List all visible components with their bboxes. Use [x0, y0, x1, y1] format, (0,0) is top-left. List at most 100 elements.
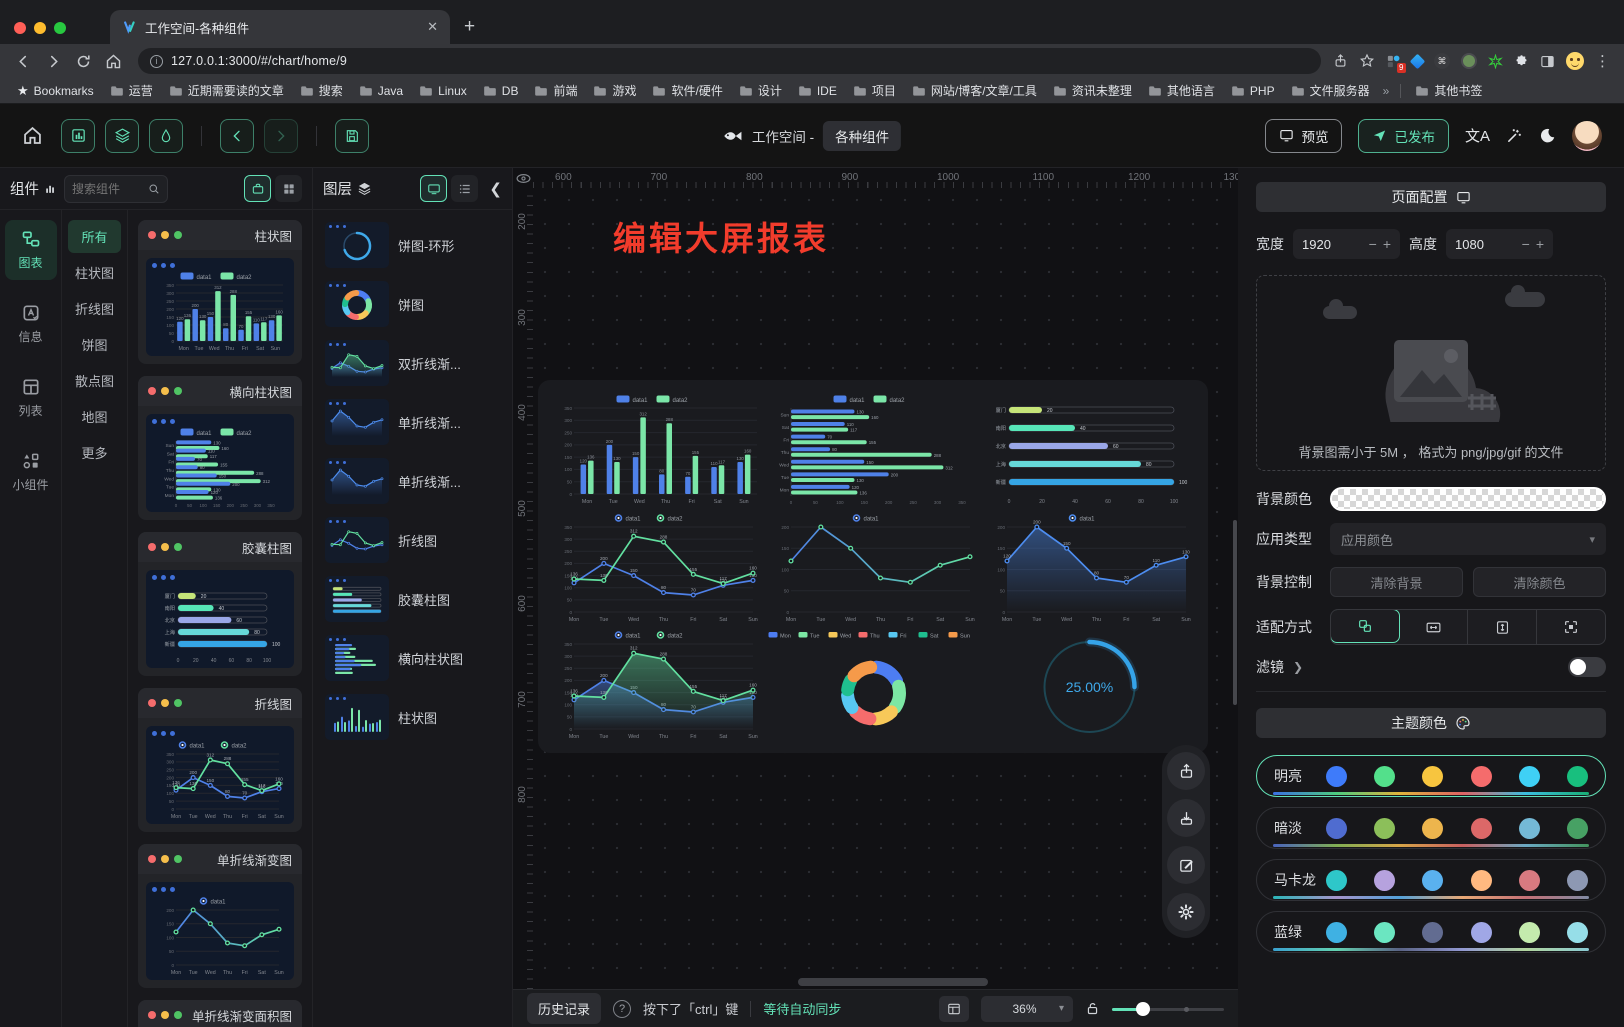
bookmark-folder[interactable]: 其他语言 [1143, 80, 1220, 101]
collapse-panel-icon[interactable]: ❮ [489, 180, 502, 198]
width-stepper[interactable]: 1920 − + [1293, 229, 1400, 259]
translate-icon[interactable]: 文A [1465, 125, 1490, 146]
big-screen-title-text[interactable]: 编辑大屏报表 [613, 212, 829, 260]
edit-icon[interactable] [1167, 846, 1205, 884]
component-search-box[interactable] [64, 175, 168, 203]
pie-chart-component[interactable]: MonTueWedThuFriSatSun [767, 627, 980, 741]
component-card-bar[interactable]: 柱状图050100150200250300350data1data2120200… [138, 220, 302, 364]
height-stepper[interactable]: 1080 − + [1446, 229, 1553, 259]
layer-list-view-button[interactable] [451, 175, 478, 202]
component-grid-view-button[interactable] [275, 175, 302, 202]
dashboard-group[interactable]: 050100150200250300350data1data2120200150… [538, 380, 1208, 753]
component-card-hbar[interactable]: 横向柱状图data1data20501001502002503003501301… [138, 376, 302, 520]
close-window-button[interactable] [14, 22, 26, 34]
bookmark-folder[interactable]: 搜索 [295, 80, 348, 101]
height-minus-icon[interactable]: − [1522, 236, 1530, 252]
layer-item[interactable]: 横向柱状图 [321, 632, 504, 684]
extension-badge-icon[interactable]: 9 [1386, 54, 1401, 69]
layers-toggle-button[interactable] [105, 119, 139, 153]
layer-item[interactable]: 单折线渐... [321, 455, 504, 507]
bar-chart-component[interactable]: 050100150200250300350data1data2120200150… [550, 392, 763, 506]
theme-row-暗淡[interactable]: 暗淡 [1256, 807, 1606, 849]
bookmark-folder[interactable]: Java [354, 82, 408, 100]
bookmark-folder[interactable]: 游戏 [588, 80, 641, 101]
width-plus-icon[interactable]: + [1383, 236, 1391, 252]
clear-color-button[interactable]: 清除颜色 [1473, 567, 1606, 597]
bookmark-folder[interactable]: 项目 [848, 80, 901, 101]
browser-tab[interactable]: 工作空间-各种组件 ✕ [110, 10, 450, 44]
fit-full-button[interactable] [1537, 610, 1605, 644]
theme-color-header[interactable]: 主题颜色 [1256, 708, 1606, 738]
address-bar[interactable]: i 127.0.0.1:3000/#/chart/home/9 [138, 48, 1321, 74]
profile-avatar-icon[interactable] [1566, 52, 1584, 70]
category-item[interactable]: 饼图 [68, 328, 121, 361]
bookmark-folder[interactable]: 资讯未整理 [1048, 80, 1137, 101]
eye-icon[interactable] [515, 170, 533, 188]
command-extension-icon[interactable]: ⌘ [1434, 53, 1450, 69]
layer-item[interactable]: 胶囊柱图 [321, 573, 504, 625]
bookmark-folder[interactable]: 网站/博客/文章/工具 [907, 80, 1042, 101]
gradient-area-chart-component[interactable]: 050100150200250300350data1data2120200150… [550, 627, 763, 741]
category-item[interactable]: 所有 [68, 220, 121, 253]
bookmark-folder[interactable]: 运营 [105, 80, 158, 101]
extensions-puzzle-icon[interactable] [1514, 54, 1529, 69]
component-box-view-button[interactable] [244, 175, 271, 202]
workspace-name[interactable]: 各种组件 [823, 121, 901, 151]
slider-knob[interactable] [1136, 1002, 1150, 1016]
width-minus-icon[interactable]: − [1369, 236, 1377, 252]
site-info-icon[interactable]: i [150, 55, 163, 68]
vertical-scrollbar[interactable] [1233, 520, 1237, 705]
green-circle-extension-icon[interactable] [1461, 53, 1477, 69]
bookmarks-root-item[interactable]: ★Bookmarks [12, 81, 99, 101]
theme-row-明亮[interactable]: 明亮 [1256, 755, 1606, 797]
search-input[interactable] [72, 182, 144, 196]
bookmark-folder[interactable]: Linux [414, 82, 472, 100]
save-button[interactable] [335, 119, 369, 153]
preview-button[interactable]: 预览 [1265, 119, 1342, 153]
history-button[interactable]: 历史记录 [527, 993, 601, 1024]
component-card-capsule[interactable]: 胶囊柱图厦门20南阳40北京60上海80新疆100020406080100 [138, 532, 302, 676]
fit-scale-button[interactable] [1330, 609, 1400, 643]
green-star-extension-icon[interactable] [1488, 54, 1503, 69]
bookmark-folder[interactable]: 文件服务器 [1286, 80, 1375, 101]
layer-item[interactable]: 饼图-环形 [321, 219, 504, 271]
sidebar-icon[interactable] [1540, 54, 1555, 69]
redo-button[interactable] [264, 119, 298, 153]
bookmark-folder[interactable]: 前端 [529, 80, 582, 101]
bookmarks-overflow-chevron[interactable]: » [1381, 84, 1392, 98]
export-icon[interactable] [1167, 752, 1205, 790]
category-item[interactable]: 折线图 [68, 292, 121, 325]
height-plus-icon[interactable]: + [1536, 236, 1544, 252]
line-chart-component[interactable]: 050100150200250300350data1data2120200150… [550, 510, 763, 624]
magic-wand-icon[interactable] [1506, 127, 1523, 144]
gear-icon[interactable] [1167, 893, 1205, 931]
width-value[interactable]: 1920 [1302, 237, 1363, 252]
help-icon[interactable]: ? [613, 1000, 631, 1018]
kite-extension-icon[interactable] [1412, 56, 1423, 67]
horizontal-scrollbar[interactable] [798, 978, 988, 986]
dark-mode-moon-icon[interactable] [1539, 127, 1556, 144]
component-card-line[interactable]: 折线图050100150200250300350data1data2120200… [138, 688, 302, 832]
undo-button[interactable] [220, 119, 254, 153]
height-value[interactable]: 1080 [1455, 237, 1516, 252]
reload-icon[interactable] [70, 48, 96, 74]
bookmark-folder[interactable]: 软件/硬件 [647, 80, 727, 101]
lock-icon[interactable] [1085, 1001, 1100, 1016]
theme-row-蓝绿[interactable]: 蓝绿 [1256, 911, 1606, 953]
minimize-window-button[interactable] [34, 22, 46, 34]
other-bookmarks-folder[interactable]: 其他书签 [1410, 80, 1487, 101]
background-upload-dropzone[interactable]: 背景图需小于 5M ， 格式为 png/jpg/gif 的文件 [1256, 275, 1606, 471]
gradient-line-chart-component[interactable]: 050100150200data11202001508070110130MonT… [983, 510, 1196, 624]
bookmark-folder[interactable]: DB [478, 82, 524, 100]
zoom-slider[interactable] [1112, 1002, 1224, 1016]
chevron-right-icon[interactable]: ❯ [1293, 660, 1303, 674]
component-card-gline[interactable]: 单折线渐变图050100150200data1MonTueWedThuFriSa… [138, 844, 302, 988]
filter-toggle[interactable] [1568, 657, 1606, 677]
layer-thumbnail-view-button[interactable] [420, 175, 447, 202]
bookmark-folder[interactable]: IDE [793, 82, 842, 100]
sidebar-item-charts[interactable]: 图表 [5, 220, 57, 280]
app-home-icon[interactable] [22, 125, 43, 146]
layout-panel-icon[interactable] [939, 996, 969, 1022]
sidebar-item-widgets[interactable]: 小组件 [5, 442, 57, 502]
category-item[interactable]: 地图 [68, 400, 121, 433]
